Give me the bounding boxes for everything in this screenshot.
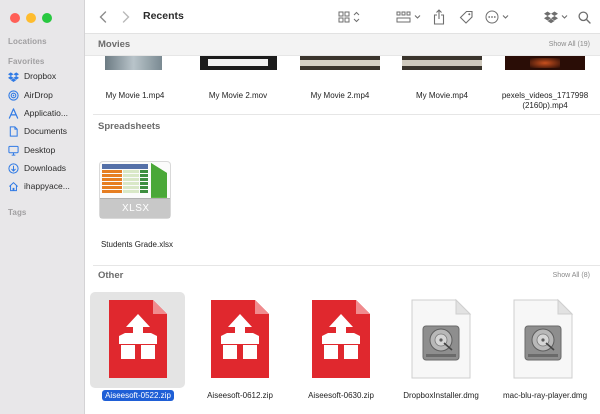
search-button[interactable] (577, 9, 591, 25)
movie-thumbnail[interactable] (200, 56, 277, 70)
forward-button[interactable] (120, 9, 132, 25)
dmg-file-icon[interactable] (512, 298, 574, 380)
sidebar-item-documents[interactable]: Documents (8, 123, 82, 139)
sidebar-section-locations: Locations (8, 37, 47, 46)
sidebar-item-label: Dropbox (24, 71, 57, 81)
back-button[interactable] (97, 9, 109, 25)
file-name: Students Grade.xlsx (100, 240, 174, 249)
group-icon (396, 11, 421, 23)
group-by-button[interactable] (396, 9, 422, 25)
more-icon (485, 10, 509, 24)
zip-file-icon[interactable] (107, 298, 169, 380)
sidebar-item-downloads[interactable]: Downloads (8, 160, 82, 176)
sidebar-item-label: Documents (24, 126, 67, 136)
window-title: Recents (143, 10, 184, 22)
file-name: My Movie 2.mp4 (310, 91, 370, 100)
search-icon (577, 10, 591, 24)
sidebar-section-favorites: Favorites (8, 57, 45, 66)
sidebar: Locations Favorites Dropbox AirDrop Appl… (0, 0, 85, 414)
zip-file-icon[interactable] (209, 298, 271, 380)
section-header-movies: Movies Show All (19) (85, 34, 600, 56)
movie-thumbnail[interactable] (300, 56, 380, 70)
section-title-movies: Movies (98, 39, 131, 50)
sidebar-section-tags: Tags (8, 208, 27, 217)
sidebar-item-label: Downloads (24, 163, 67, 173)
file-browser: Movies Show All (19) My Movie 1.mp4 My M… (85, 34, 600, 414)
tags-button[interactable] (458, 9, 474, 25)
home-icon (8, 181, 19, 192)
finder-window: Locations Favorites Dropbox AirDrop Appl… (0, 0, 600, 414)
file-name: Aiseesoft-0630.zip (308, 391, 374, 400)
desktop-icon (8, 145, 19, 156)
downloads-icon (8, 162, 19, 174)
file-name: mac-blu-ray-player.dmg (502, 391, 588, 400)
divider (93, 114, 600, 115)
file-name: My Movie 2.mov (208, 91, 268, 100)
movie-thumbnail[interactable] (505, 56, 585, 70)
sidebar-item-applications[interactable]: Applicatio... (8, 105, 82, 121)
dropbox-menu-button[interactable] (544, 9, 570, 25)
file-name: DropboxInstaller.dmg (403, 391, 479, 400)
section-title-other: Other (98, 270, 124, 281)
minimize-window-button[interactable] (26, 13, 36, 23)
show-all-movies-link[interactable]: Show All (19) (549, 41, 590, 48)
sidebar-item-label: ihappyace... (24, 181, 70, 191)
chevron-left-icon (99, 11, 107, 23)
applications-icon (8, 107, 19, 119)
share-button[interactable] (432, 9, 446, 25)
sidebar-item-label: Desktop (24, 145, 56, 155)
movie-thumbnail[interactable] (105, 56, 162, 70)
zip-file-icon[interactable] (310, 298, 372, 380)
document-icon (8, 125, 19, 137)
sidebar-item-dropbox[interactable]: Dropbox (8, 68, 82, 84)
sidebar-item-desktop[interactable]: Desktop (8, 142, 82, 158)
airdrop-icon (8, 89, 19, 101)
tag-icon (459, 10, 473, 24)
file-name-selected[interactable]: Aiseesoft-0522.zip (88, 390, 188, 401)
maximize-window-button[interactable] (42, 13, 52, 23)
file-name: pexels_videos_1717998 (2160p).mp4 (501, 91, 589, 110)
file-name: Aiseesoft-0612.zip (207, 391, 273, 400)
section-title-spreadsheets: Spreadsheets (98, 121, 161, 132)
movie-thumbnail[interactable] (402, 56, 482, 70)
action-menu-button[interactable] (485, 9, 513, 25)
file-name: My Movie 1.mp4 (105, 91, 165, 100)
show-all-other-link[interactable]: Show All (8) (553, 272, 590, 279)
toolbar: Recents (85, 0, 600, 34)
sidebar-item-airdrop[interactable]: AirDrop (8, 87, 82, 103)
divider (93, 265, 600, 266)
sidebar-item-label: Applicatio... (24, 108, 68, 118)
chevron-right-icon (122, 11, 130, 23)
sidebar-item-label: AirDrop (24, 90, 53, 100)
sidebar-item-home[interactable]: ihappyace... (8, 178, 82, 194)
window-controls (10, 13, 52, 23)
grid-view-icon (338, 11, 360, 23)
dropbox-icon (8, 71, 19, 82)
xlsx-badge: XLSX (122, 203, 150, 214)
dmg-file-icon[interactable] (410, 298, 472, 380)
dropbox-icon (544, 11, 568, 24)
share-icon (433, 9, 445, 25)
close-window-button[interactable] (10, 13, 20, 23)
view-mode-button[interactable] (338, 9, 362, 25)
file-name: My Movie.mp4 (415, 91, 468, 100)
